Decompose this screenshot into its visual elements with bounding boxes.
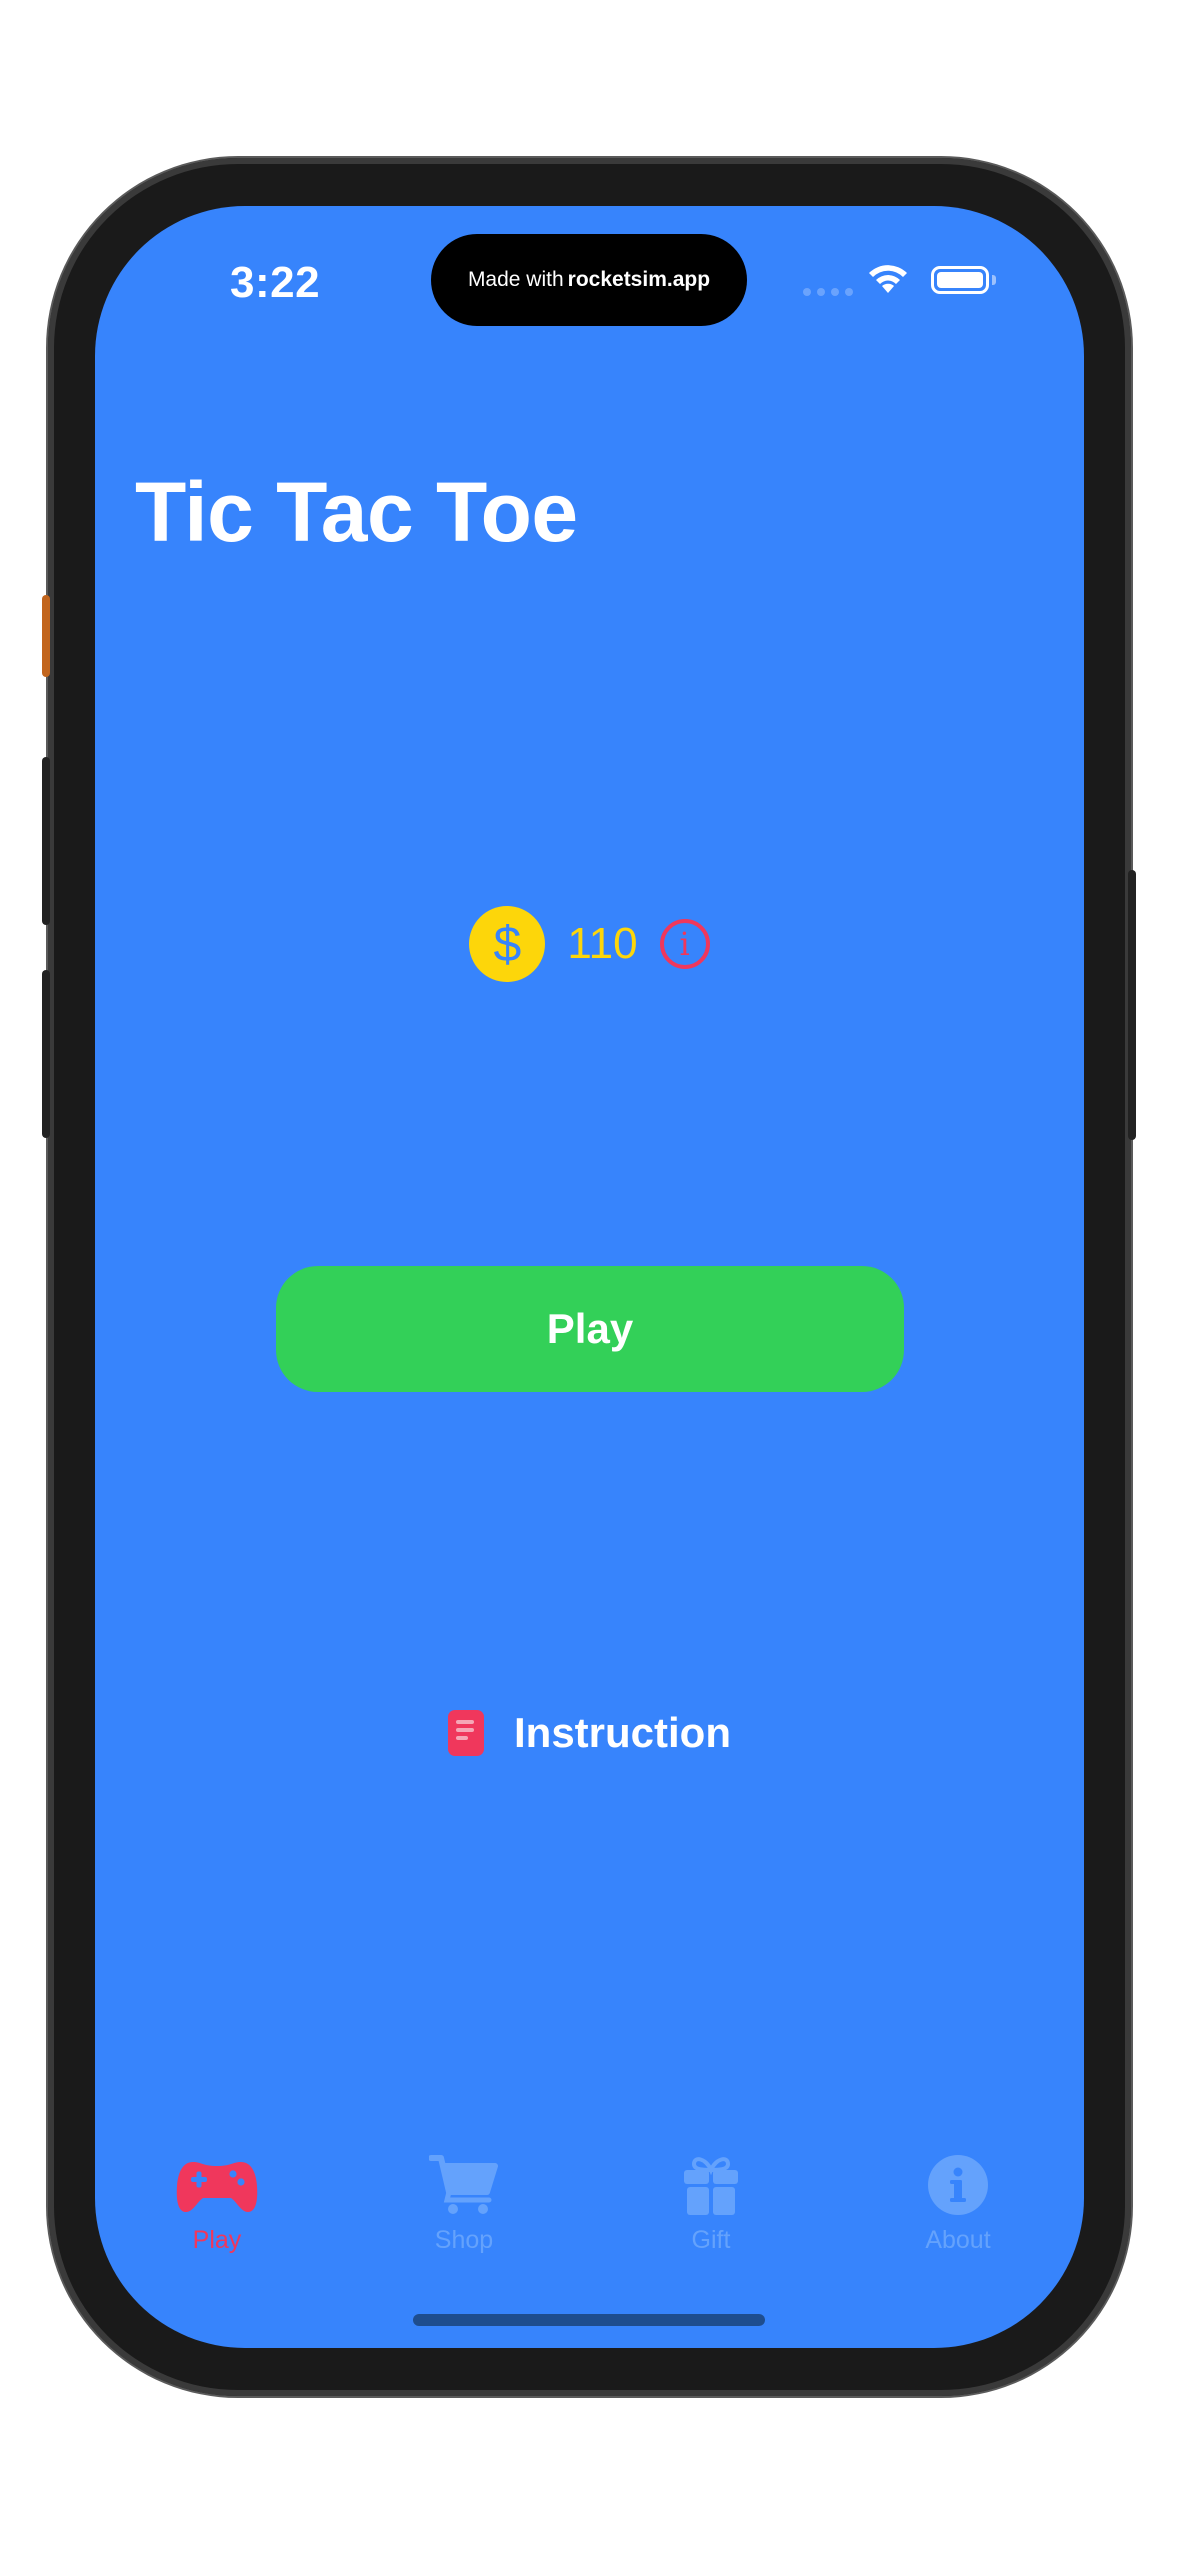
battery-tip — [992, 275, 996, 285]
tab-label-play: Play — [192, 2226, 242, 2254]
document-icon — [448, 1710, 484, 1756]
gift-icon — [684, 2157, 738, 2215]
dynamic-island: Made with rocketsim.app — [431, 234, 747, 326]
instruction-button[interactable]: Instruction — [95, 1709, 1084, 1757]
action-button — [42, 595, 50, 677]
cellular-signal-icon — [803, 288, 853, 296]
coin-info-button[interactable]: i — [659, 919, 710, 969]
tab-play[interactable]: Play — [137, 2150, 297, 2255]
canvas: 3:22 Made with rocketsim.app Tic Tac Toe… — [0, 0, 1179, 2556]
coin-balance: $ 110 i — [95, 906, 1084, 982]
gamecontroller-icon — [176, 2162, 258, 2212]
tab-bar: Play Shop Gift About — [95, 2150, 1084, 2270]
play-button[interactable]: Play — [276, 1266, 904, 1392]
info-icon: i — [679, 925, 690, 963]
island-brand: rocketsim.app — [567, 268, 711, 291]
coin-count: 110 — [567, 919, 638, 968]
wifi-icon — [869, 265, 907, 293]
volume-down-button — [42, 970, 50, 1138]
tab-gift[interactable]: Gift — [631, 2150, 791, 2255]
instruction-label: Instruction — [514, 1709, 731, 1756]
power-button — [1128, 870, 1136, 1140]
coin-symbol: $ — [493, 916, 522, 972]
home-indicator[interactable] — [413, 2314, 765, 2326]
app-screen: 3:22 Made with rocketsim.app Tic Tac Toe… — [95, 206, 1084, 2348]
tab-label-shop: Shop — [434, 2226, 494, 2254]
volume-up-button — [42, 757, 50, 925]
tab-shop[interactable]: Shop — [384, 2150, 544, 2255]
tab-about[interactable]: About — [878, 2150, 1038, 2255]
island-prefix: Made with — [467, 268, 564, 291]
page-title: Tic Tac Toe — [135, 465, 578, 559]
battery-icon — [931, 266, 989, 294]
tab-label-about: About — [925, 2226, 991, 2254]
tab-label-gift: Gift — [691, 2226, 731, 2254]
coin-icon: $ — [469, 906, 546, 982]
cart-icon — [429, 2155, 498, 2214]
status-time: 3:22 — [230, 258, 321, 307]
info-circle-icon — [928, 2155, 988, 2215]
